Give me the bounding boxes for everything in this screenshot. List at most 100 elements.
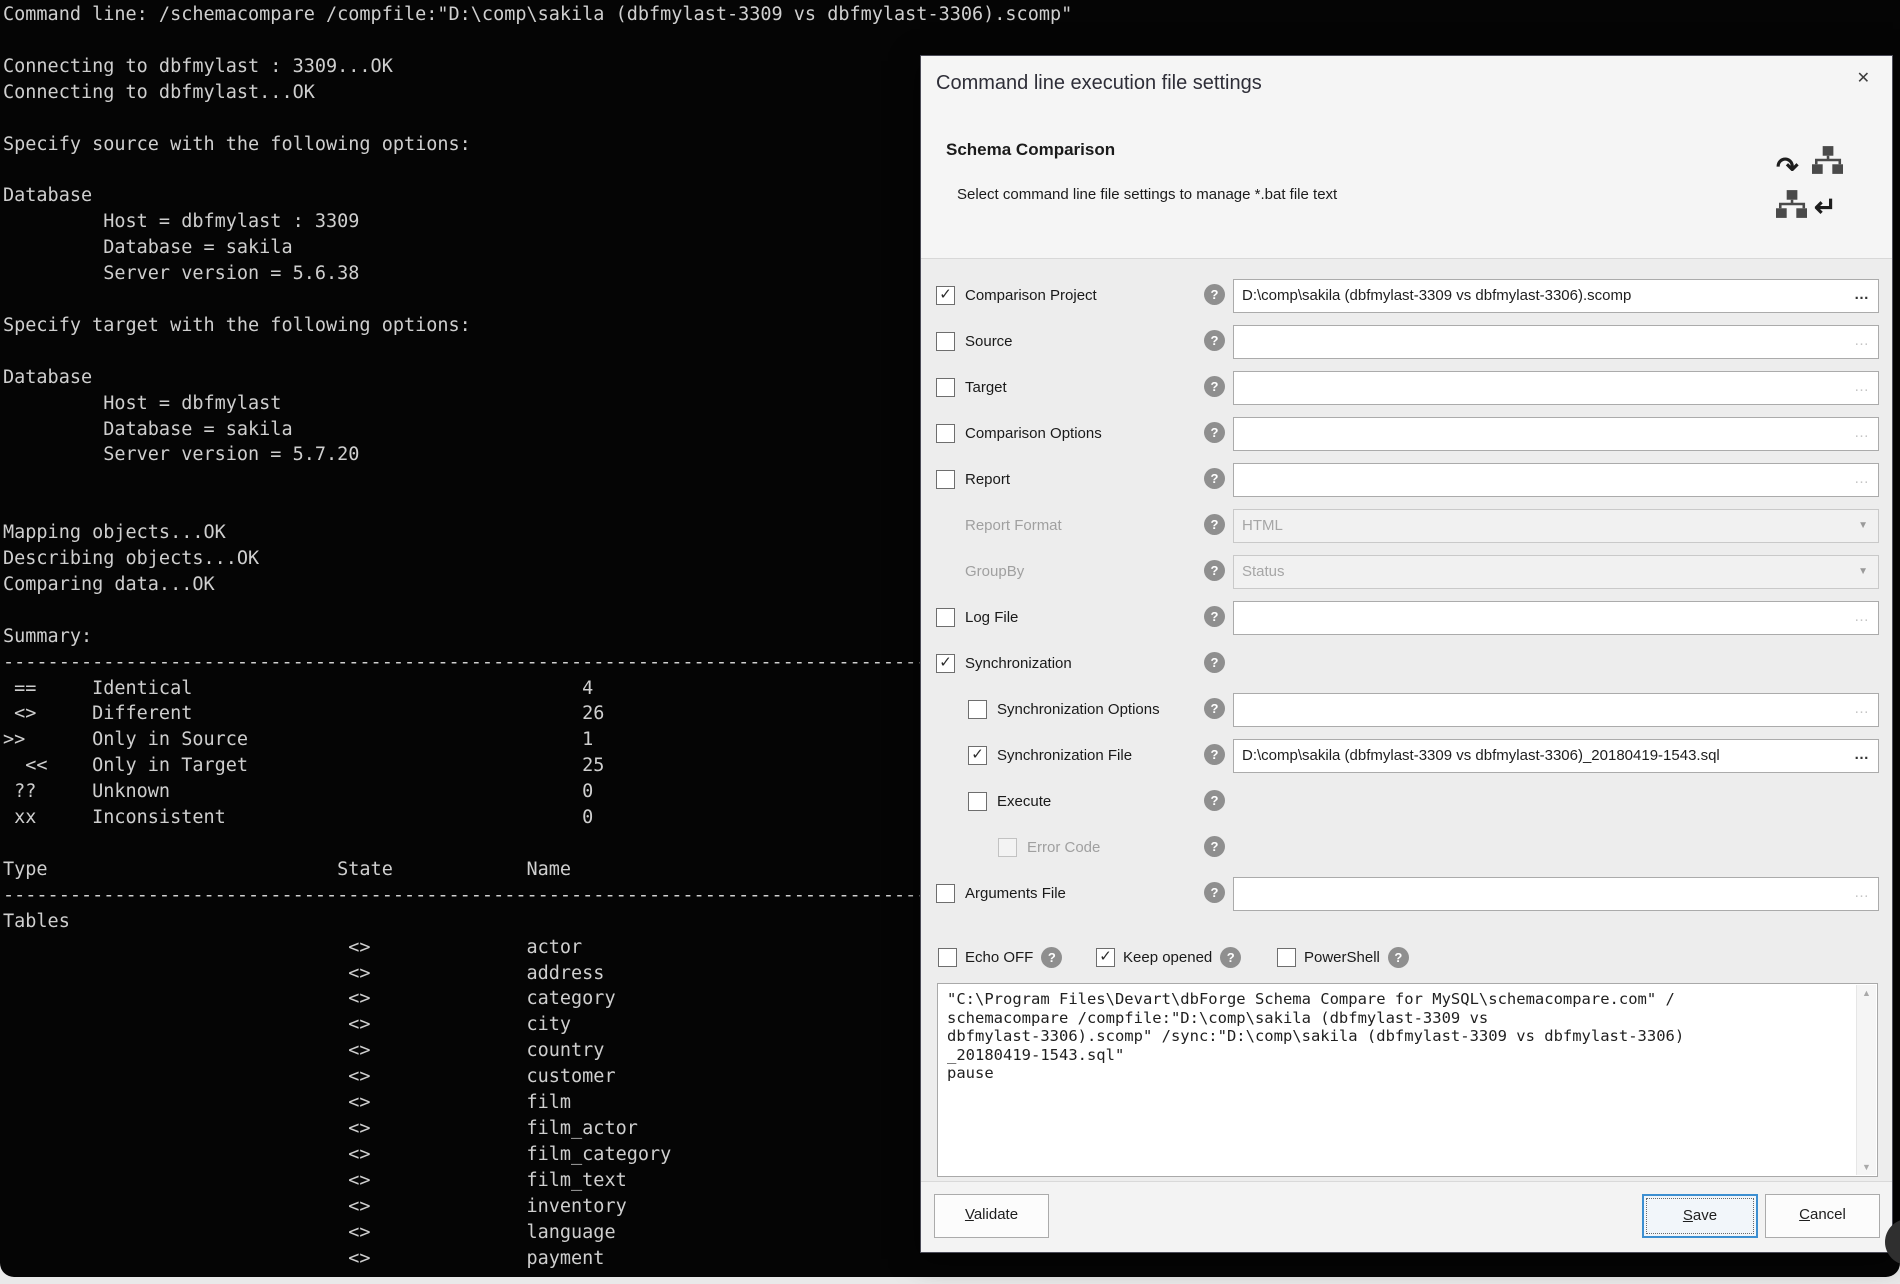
- help-icon[interactable]: ?: [1204, 744, 1225, 765]
- help-icon[interactable]: ?: [1204, 376, 1225, 397]
- powershell-checkbox[interactable]: [1277, 948, 1296, 967]
- help-icon[interactable]: ?: [1204, 468, 1225, 489]
- report-format-select: HTML ▼: [1233, 509, 1879, 543]
- browse-ellipsis-button[interactable]: …: [1854, 878, 1870, 908]
- target-input[interactable]: …: [1233, 371, 1879, 405]
- scroll-down-icon[interactable]: ▼: [1857, 1162, 1876, 1172]
- help-icon[interactable]: ?: [1204, 882, 1225, 903]
- report-input[interactable]: …: [1233, 463, 1879, 497]
- row-synchronization: ✓Synchronization?: [921, 641, 1892, 687]
- comparison-project-label: Comparison Project: [965, 287, 1097, 304]
- cancel-button[interactable]: Cancel: [1765, 1194, 1880, 1238]
- comparison-project-input[interactable]: D:\comp\sakila (dbfmylast-3309 vs dbfmyl…: [1233, 279, 1879, 313]
- echo-off-checkbox[interactable]: [938, 948, 957, 967]
- row-synchronization-file: ✓ Synchronization File? D:\comp\sakila (db…: [921, 733, 1892, 779]
- scroll-up-icon[interactable]: ▲: [1857, 988, 1876, 998]
- browse-ellipsis-button[interactable]: …: [1854, 602, 1870, 632]
- section-description: Select command line file settings to man…: [957, 186, 1337, 203]
- header-separator: [921, 258, 1892, 259]
- browse-ellipsis-button[interactable]: …: [1854, 418, 1870, 448]
- help-icon[interactable]: ?: [1204, 560, 1225, 581]
- row-source: Source? …: [921, 319, 1892, 365]
- target-label: Target: [965, 379, 1007, 396]
- browse-ellipsis-button[interactable]: …: [1854, 372, 1870, 402]
- help-icon[interactable]: ?: [1204, 652, 1225, 673]
- report-format-value: HTML: [1242, 517, 1283, 534]
- log-file-label: Log File: [965, 609, 1018, 626]
- help-icon[interactable]: ?: [1204, 698, 1225, 719]
- synchronization-options-input[interactable]: …: [1233, 693, 1879, 727]
- help-icon[interactable]: ?: [1204, 422, 1225, 443]
- browse-ellipsis-button[interactable]: …: [1854, 740, 1870, 770]
- section-title: Schema Comparison: [946, 140, 1115, 160]
- source-checkbox[interactable]: [936, 332, 955, 351]
- powershell-label: PowerShell: [1304, 949, 1380, 966]
- comparison-project-value: D:\comp\sakila (dbfmylast-3309 vs dbfmyl…: [1242, 287, 1631, 304]
- help-icon[interactable]: ?: [1204, 330, 1225, 351]
- scrollbar[interactable]: ▲ ▼: [1856, 985, 1876, 1175]
- groupby-label: GroupBy: [965, 563, 1024, 580]
- row-report-format: Report Format?HTML▼: [921, 503, 1892, 549]
- row-synchronization-options: Synchronization Options? …: [921, 687, 1892, 733]
- close-icon[interactable]: ✕: [1857, 68, 1870, 88]
- comparison-project-checkbox[interactable]: ✓: [936, 286, 955, 305]
- validate-button[interactable]: Validate: [934, 1194, 1049, 1238]
- groupby-value: Status: [1242, 563, 1285, 580]
- comparison-options-input[interactable]: …: [1233, 417, 1879, 451]
- comparison-options-label: Comparison Options: [965, 425, 1102, 442]
- help-icon[interactable]: ?: [1204, 606, 1225, 627]
- report-checkbox[interactable]: [936, 470, 955, 489]
- row-execute: Execute?: [921, 779, 1892, 825]
- chevron-down-icon: ▼: [1858, 510, 1868, 542]
- arguments-file-label: Arguments File: [965, 885, 1066, 902]
- row-log-file: Log File? …: [921, 595, 1892, 641]
- source-label: Source: [965, 333, 1013, 350]
- row-groupby: GroupBy? Status ▼: [921, 549, 1892, 595]
- help-icon[interactable]: ?: [1220, 947, 1241, 968]
- target-checkbox[interactable]: [936, 378, 955, 397]
- screen: Command line: /schemacompare /compfile:"…: [0, 0, 1900, 1284]
- browse-ellipsis-button[interactable]: …: [1854, 280, 1870, 310]
- sync-arrow-return-icon: ↵: [1814, 194, 1837, 221]
- help-icon[interactable]: ?: [1204, 284, 1225, 305]
- browse-ellipsis-button[interactable]: …: [1854, 326, 1870, 356]
- option-keep-opened: ✓Keep opened?: [1096, 937, 1241, 977]
- sync-arrow-right-icon: ↷: [1776, 154, 1799, 181]
- option-powershell: PowerShell?: [1277, 937, 1409, 977]
- arguments-file-input[interactable]: …: [1233, 877, 1879, 911]
- execute-checkbox[interactable]: [968, 792, 987, 811]
- synchronization-checkbox[interactable]: ✓: [936, 654, 955, 673]
- dialog-command-line-settings: Command line execution file settings ✕ S…: [920, 55, 1893, 1253]
- error-code-checkbox: [998, 838, 1017, 857]
- chevron-down-icon: ▼: [1858, 556, 1868, 588]
- browse-ellipsis-button[interactable]: …: [1854, 464, 1870, 494]
- save-button[interactable]: Save: [1642, 1194, 1758, 1238]
- keep-opened-checkbox[interactable]: ✓: [1096, 948, 1115, 967]
- row-target: Target? …: [921, 365, 1892, 411]
- groupby-select: Status ▼: [1233, 555, 1879, 589]
- browse-ellipsis-button[interactable]: …: [1854, 694, 1870, 724]
- bat-text-area[interactable]: "C:\Program Files\Devart\dbForge Schema …: [937, 983, 1878, 1177]
- row-report: Report?…: [921, 457, 1892, 503]
- help-icon[interactable]: ?: [1388, 947, 1409, 968]
- synchronization-file-label: Synchronization File: [997, 747, 1132, 764]
- help-icon[interactable]: ?: [1204, 514, 1225, 535]
- dialog-footer: Validate Save Cancel: [921, 1181, 1892, 1252]
- arguments-file-checkbox[interactable]: [936, 884, 955, 903]
- help-icon[interactable]: ?: [1041, 947, 1062, 968]
- synchronization-file-checkbox[interactable]: ✓: [968, 746, 987, 765]
- synchronization-file-input[interactable]: D:\comp\sakila (dbfmylast-3309 vs dbfmyl…: [1233, 739, 1879, 773]
- help-icon[interactable]: ?: [1204, 836, 1225, 857]
- help-icon[interactable]: ?: [1204, 790, 1225, 811]
- row-arguments-file: Arguments File? …: [921, 871, 1892, 917]
- org-chart-icon: [1776, 190, 1807, 218]
- synchronization-options-checkbox[interactable]: [968, 700, 987, 719]
- log-file-input[interactable]: …: [1233, 601, 1879, 635]
- org-chart-icon: [1812, 146, 1843, 174]
- log-file-checkbox[interactable]: [936, 608, 955, 627]
- comparison-options-checkbox[interactable]: [936, 424, 955, 443]
- synchronization-file-value: D:\comp\sakila (dbfmylast-3309 vs dbfmyl…: [1242, 747, 1720, 764]
- row-error-code: Error Code?: [921, 825, 1892, 871]
- source-input[interactable]: …: [1233, 325, 1879, 359]
- synchronization-options-label: Synchronization Options: [997, 701, 1160, 718]
